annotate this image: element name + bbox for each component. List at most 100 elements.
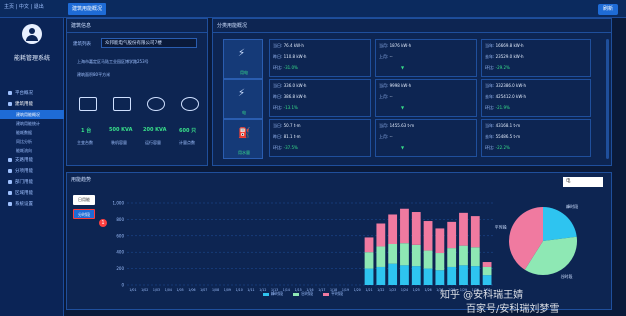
pie-label: 平时段: [495, 224, 507, 230]
watermark-baijiahao: 百家号/安科瑞刘梦雪: [466, 304, 560, 315]
bar-segment: [459, 245, 468, 266]
pie-slice: [543, 207, 577, 241]
top-tools[interactable]: 主页 | 中文 | 退出: [4, 3, 44, 10]
sidebar-item-label: 系统设置: [15, 202, 33, 207]
sidebar-item[interactable]: 能耗数据: [0, 128, 64, 137]
bar-segment: [435, 253, 445, 271]
capacity-icon: [147, 97, 165, 111]
year-cell: 当年: 16669.8 kW·h: [485, 43, 524, 48]
last-year-cell: 去年: 55486.5 t·m: [485, 134, 521, 139]
y-tick-label: 800: [116, 217, 124, 222]
stat-value: 600 只: [179, 128, 197, 134]
area-text: 建筑面积80平方米: [77, 72, 111, 77]
today-cell: 当日: 336.0 kW·h: [273, 83, 307, 88]
bar-segment: [376, 246, 386, 267]
sidebar-item-label: 同比分析: [16, 139, 32, 144]
x-tick-label: 1/05: [177, 288, 184, 292]
bar-segment: [388, 244, 398, 264]
x-tick-label: 1/06: [188, 288, 195, 292]
x-tick-label: 1/01: [129, 288, 136, 292]
bar-segment: [447, 248, 457, 267]
meter-icon: ⚡: [238, 48, 246, 59]
bar-segment: [376, 223, 386, 247]
sidebar-item[interactable]: 平台概况: [0, 88, 64, 99]
sidebar-item[interactable]: 建筑用能统计: [0, 119, 64, 128]
panel-title: 建筑信息: [67, 19, 207, 33]
building-select[interactable]: 众邦能电气股份有限公司7楼: [101, 38, 197, 48]
y-tick-label: 0: [121, 283, 124, 288]
bar-segment: [435, 228, 445, 254]
x-tick-label: 1/25: [413, 288, 420, 292]
meter-tile[interactable]: ⚡ 电: [223, 79, 263, 119]
yesterday-cell: 昨日: 81.1 t·m: [273, 134, 301, 139]
meter-label: 电: [242, 110, 246, 115]
menu-icon: [8, 168, 12, 173]
legend-item: 平时段: [323, 291, 343, 297]
bar-segment: [423, 268, 433, 285]
energy-trend-panel: 用能趋势 电 日用能 分时段 1 0 200 400 600 800 1,000 1/01 1…: [66, 172, 612, 310]
year-ratio-cell: 环比: -22.2%: [485, 145, 510, 150]
meter-icon: ⚡: [238, 88, 246, 99]
stat-label: 计量点数: [179, 140, 195, 145]
x-tick-label: 1/03: [153, 288, 160, 292]
x-tick-label: 1/20: [354, 288, 361, 292]
legend-item: 峰时段: [263, 291, 283, 297]
menu-icon: [8, 190, 12, 195]
bar-segment: [400, 265, 409, 285]
trend-down-icon: ▼: [401, 105, 405, 110]
sidebar-item-label: 建筑用能统计: [16, 121, 40, 126]
bar-segment: [447, 266, 457, 285]
meter-tile[interactable]: ⚡ 用电: [223, 39, 263, 79]
meter-icon: ⛽: [238, 128, 251, 139]
menu-icon: [8, 90, 12, 95]
tab-building-energy[interactable]: 建筑用能概况: [68, 3, 107, 15]
sidebar-item[interactable]: 支路用能: [0, 155, 64, 166]
sidebar-item[interactable]: 能耗流向: [0, 146, 64, 155]
last-month-cell: 上月: --: [379, 134, 393, 139]
bar-segment: [364, 252, 374, 269]
x-tick-label: 1/11: [247, 288, 254, 292]
y-tick-label: 200: [116, 266, 124, 271]
bar-segment: [470, 247, 480, 267]
sidebar-item[interactable]: 区域用能: [0, 188, 64, 199]
bar-segment: [411, 212, 421, 245]
sidebar-item-label: 区域用能: [15, 191, 33, 196]
sidebar-item-label: 能耗流向: [16, 148, 32, 153]
stat-label: 装机容量: [111, 140, 127, 145]
bar-segment: [364, 237, 374, 253]
bar-segment: [388, 214, 398, 244]
sidebar-item[interactable]: 同比分析: [0, 137, 64, 146]
bar-segment: [482, 262, 492, 267]
menu-icon: [8, 201, 12, 206]
building-select-label: 建筑列表: [73, 42, 91, 47]
year-ratio-cell: 环比: -21.9%: [485, 105, 510, 110]
trend-down-icon: ▼: [401, 65, 405, 70]
x-tick-label: 1/21: [365, 288, 372, 292]
last-year-cell: 去年: 425412.0 kW·h: [485, 94, 527, 99]
sidebar-item-label: 平台概况: [15, 91, 33, 96]
meter-tile[interactable]: ⛽ 用水量: [223, 119, 263, 159]
bar-segment: [482, 266, 492, 276]
menu-icon: [8, 179, 12, 184]
sidebar-item[interactable]: 建筑用能概况: [0, 110, 64, 119]
stat-value: 1 台: [81, 128, 92, 134]
day-ratio-cell: 环比: -31.0%: [273, 65, 298, 70]
y-tick-label: 600: [116, 233, 124, 238]
avatar[interactable]: [22, 24, 42, 44]
bar-segment: [482, 275, 492, 285]
sidebar-item[interactable]: 系统设置: [0, 199, 64, 210]
x-tick-label: 1/24: [401, 288, 408, 292]
sidebar-item[interactable]: 建筑用能: [0, 99, 64, 110]
sidebar-item[interactable]: 分项用能: [0, 166, 64, 177]
app-window: 主页 | 中文 | 退出 建筑用能概况 刷新 能耗管理系统 平台概况 建筑用能 建筑…: [0, 0, 626, 316]
energy-overview-panel: 分类用能概况 ⚡ 用电 当日: 76.4 kW·h 昨日: 110.8 kW·h…: [212, 18, 612, 166]
year-cell: 当年: 43168.1 t·m: [485, 123, 521, 128]
year-cell: 当年: 332386.0 kW·h: [485, 83, 527, 88]
refresh-button[interactable]: 刷新: [598, 4, 618, 15]
sidebar-item[interactable]: 部门用能: [0, 177, 64, 188]
transformer-icon: [79, 97, 97, 111]
scrollbar[interactable]: [606, 39, 609, 159]
x-tick-label: 1/09: [224, 288, 231, 292]
bar-segment: [376, 266, 386, 285]
bar-segment: [459, 212, 468, 246]
